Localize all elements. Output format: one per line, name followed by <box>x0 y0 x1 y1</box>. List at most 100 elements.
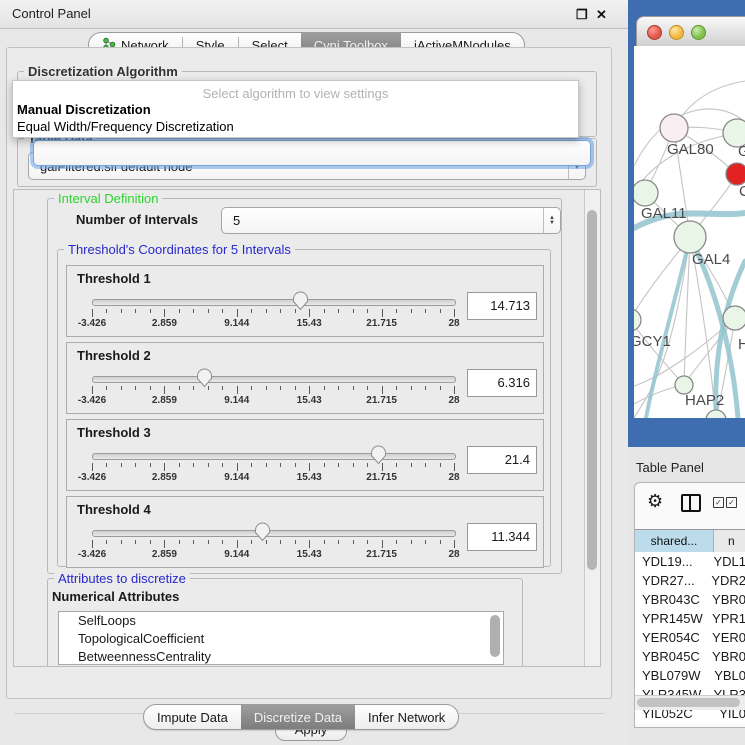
threshold-3-row: Threshold 3 -3.4262.8599.14415.4321.7152… <box>66 419 544 491</box>
table-row[interactable]: YER054CYER0 <box>635 628 745 647</box>
threshold-1-value-field[interactable]: 14.713 <box>467 292 537 320</box>
threshold-2-slider-track[interactable] <box>92 376 456 383</box>
table-cell[interactable]: YBL079W <box>635 666 706 685</box>
threshold-4-row: Threshold 4 -3.4262.8599.14415.4321.7152… <box>66 496 544 568</box>
table-row[interactable]: YDR27...YDR2 <box>635 571 745 590</box>
table-cell[interactable]: YBR045C <box>635 647 704 666</box>
table-cell[interactable]: YER054C <box>635 628 704 647</box>
table-cell[interactable]: YBR0 <box>704 590 745 609</box>
network-node-h[interactable] <box>723 306 745 330</box>
close-traffic-light[interactable] <box>647 25 662 40</box>
table-header-row: shared... n <box>635 529 745 553</box>
gear-icon[interactable]: ⚙ <box>647 491 663 511</box>
threshold-1-slider-track[interactable] <box>92 299 456 306</box>
threshold-4-label: Threshold 4 <box>77 502 151 517</box>
node-label: G. <box>738 143 745 160</box>
list-item[interactable]: SelfLoops <box>59 612 503 630</box>
network-node-gal80[interactable] <box>660 114 688 142</box>
table-scrollbar-thumb[interactable] <box>637 698 740 707</box>
popup-item-manual-discretization[interactable]: Manual Discretization <box>16 102 575 119</box>
threshold-2-value-field[interactable]: 6.316 <box>467 369 537 397</box>
checkbox-icon[interactable]: ✓ <box>713 497 724 508</box>
threshold-2-slider-thumb[interactable] <box>196 368 213 388</box>
network-window: GAL80 G. C GAL11 GAL4 GCY1 H HAP2 <box>628 0 745 447</box>
table-cell[interactable]: YER0 <box>704 628 745 647</box>
slider-tick-labels: -3.4262.8599.14415.4321.71528 <box>92 318 454 330</box>
threshold-4-slider-thumb[interactable] <box>254 522 271 542</box>
table-cell[interactable]: YBL0 <box>706 666 745 685</box>
number-of-intervals-label: Number of Intervals <box>76 212 198 227</box>
network-window-titlebar[interactable] <box>636 16 745 48</box>
table-cell[interactable]: YDR27... <box>635 571 703 590</box>
tab-discretize-data[interactable]: Discretize Data <box>241 705 355 729</box>
network-node-gal4[interactable] <box>674 221 706 253</box>
table-cell[interactable]: YDR2 <box>703 571 745 590</box>
network-node-gal11[interactable] <box>634 180 658 206</box>
slider-ticks <box>92 540 454 549</box>
list-item[interactable]: TopologicalCoefficient <box>59 630 503 648</box>
node-label: GAL4 <box>692 251 730 268</box>
table-cell[interactable]: YDL1 <box>705 552 745 571</box>
list-item[interactable]: BetweennessCentrality <box>59 648 503 665</box>
table-cell[interactable]: YBR043C <box>635 590 704 609</box>
threshold-4-slider-track[interactable] <box>92 530 456 537</box>
slider-ticks <box>92 463 454 472</box>
threshold-3-slider-thumb[interactable] <box>370 445 387 465</box>
slider-tick-labels: -3.4262.8599.14415.4321.71528 <box>92 549 454 561</box>
tab-impute-data[interactable]: Impute Data <box>144 705 241 729</box>
slider-tick-labels: -3.4262.8599.14415.4321.71528 <box>92 472 454 484</box>
table-cell[interactable]: YBR0 <box>704 647 745 666</box>
table-row[interactable]: YBR043CYBR0 <box>635 590 745 609</box>
node-label: GAL11 <box>641 205 687 222</box>
network-canvas[interactable]: GAL80 G. C GAL11 GAL4 GCY1 H HAP2 <box>634 46 745 418</box>
table-row[interactable]: YDL19...YDL1 <box>635 552 745 571</box>
threshold-1-slider-thumb[interactable] <box>292 291 309 311</box>
threshold-4-value-field[interactable]: 11.344 <box>467 523 537 551</box>
network-node-selected-red[interactable] <box>726 163 745 185</box>
numerical-attributes-list: SelfLoops TopologicalCoefficient Between… <box>58 611 504 665</box>
cyni-toolbox-panel: Discretization Algorithm Table Data galF… <box>6 47 612 699</box>
checkbox-icon[interactable]: ✓ <box>726 497 737 508</box>
node-label: GAL80 <box>667 141 714 158</box>
column-header-shared-name[interactable]: shared... <box>635 530 714 552</box>
threshold-3-slider-track[interactable] <box>92 453 456 460</box>
threshold-2-label: Threshold 2 <box>77 348 151 363</box>
stepper-arrows-icon[interactable]: ▲▼ <box>543 208 560 233</box>
table-panel-title: Table Panel <box>636 460 704 475</box>
column-header-name[interactable]: n <box>714 530 745 552</box>
column-layout-icon[interactable] <box>681 494 701 512</box>
table-horizontal-scrollbar[interactable] <box>635 695 745 710</box>
table-cell[interactable]: YPR1 <box>704 609 745 628</box>
interval-definition-label: Interval Definition <box>54 191 162 206</box>
close-window-icon[interactable]: ✕ <box>596 7 607 23</box>
table-row[interactable]: YPR145WYPR1 <box>635 609 745 628</box>
table-row[interactable]: YBR045CYBR0 <box>635 647 745 666</box>
tab-infer-network[interactable]: Infer Network <box>355 705 458 729</box>
list-scrollbar-thumb[interactable] <box>490 615 500 657</box>
settings-scrollbar-thumb[interactable] <box>587 210 597 570</box>
algorithm-combobox[interactable] <box>33 140 591 166</box>
table-panel-section: Table Panel ⚙ ✓ ✓ shared... n YDL19...YD… <box>628 447 745 745</box>
algorithm-dropdown-popup: Select algorithm to view settings Manual… <box>12 80 579 138</box>
attributes-to-discretize-label: Attributes to discretize <box>54 571 190 586</box>
threshold-1-row: Threshold 1 -3.4262.8599.14415.4321.7152… <box>66 265 544 337</box>
popup-item-equal-width-frequency[interactable]: Equal Width/Frequency Discretization <box>16 119 575 136</box>
float-window-icon[interactable]: ❐ <box>576 7 588 23</box>
panel-title: Control Panel <box>12 6 91 21</box>
network-node-bottom[interactable] <box>706 410 726 418</box>
number-of-intervals-value: 5 <box>222 213 543 228</box>
zoom-traffic-light[interactable] <box>691 25 706 40</box>
number-of-intervals-combobox[interactable]: 5 ▲▼ <box>221 207 561 234</box>
network-node-gcy1[interactable] <box>634 309 641 331</box>
threshold-1-label: Threshold 1 <box>77 271 151 286</box>
threshold-3-label: Threshold 3 <box>77 425 151 440</box>
settings-scrollbar[interactable] <box>584 190 600 666</box>
slider-ticks <box>92 386 454 395</box>
table-row[interactable]: YBL079WYBL0 <box>635 666 745 685</box>
table-cell[interactable]: YDL19... <box>635 552 705 571</box>
minimize-traffic-light[interactable] <box>669 25 684 40</box>
table-cell[interactable]: YPR145W <box>635 609 704 628</box>
interval-definition-group: Interval Definition Number of Intervals … <box>47 198 562 574</box>
numerical-attributes-label: Numerical Attributes <box>52 589 179 604</box>
threshold-3-value-field[interactable]: 21.4 <box>467 446 537 474</box>
